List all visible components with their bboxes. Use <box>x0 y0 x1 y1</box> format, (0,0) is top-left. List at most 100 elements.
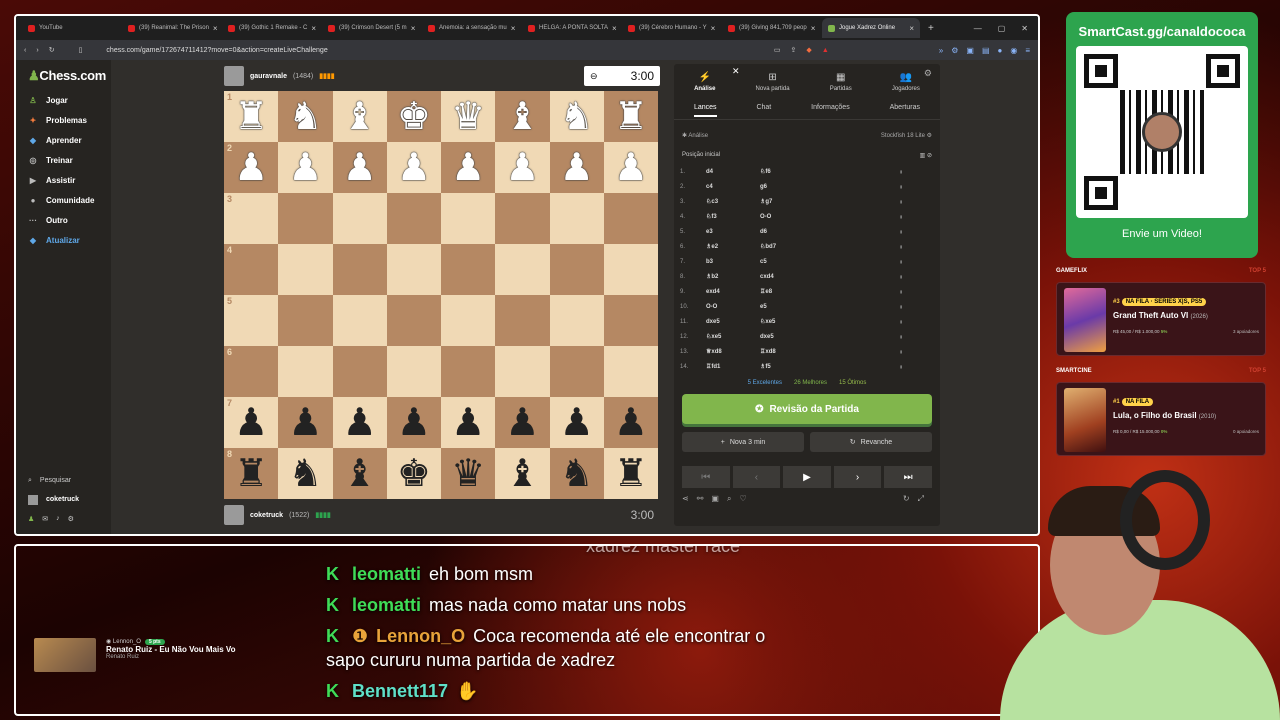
black-move[interactable]: ♖xd8 <box>760 348 900 355</box>
close-icon[interactable]: × <box>909 24 914 33</box>
close-icon[interactable]: × <box>411 24 416 33</box>
white-piece-icon[interactable]: ♟ <box>614 149 648 187</box>
brave-shield-icon[interactable]: ◆ <box>806 46 811 54</box>
last-move-button[interactable]: ⏭ <box>884 466 932 488</box>
chess-board[interactable]: 1 ♜ ♞ ♝ ♚ ♛ ♝ ♞ ♜ 2 ♟ ♟ ♟ ♟ ♟ ♟ ♟ ♟ 3 4 5 6 7 ♟ ♟ ♟ ♟ ♟ ♟ ♟ ♟ 8 ♜ ♞ ♝ ♚ ♛ ♝ ♞ ♜ <box>224 91 658 499</box>
share-icon[interactable]: ⋖ <box>682 494 689 503</box>
board-square[interactable]: ♟ <box>441 142 496 193</box>
browser-tab[interactable]: YouTube <box>22 18 120 38</box>
white-move[interactable]: e3 <box>706 229 760 235</box>
black-move[interactable]: d6 <box>760 229 900 235</box>
sidebar-item-jogar[interactable]: ♙ Jogar <box>28 90 94 110</box>
board-square[interactable]: ♟ <box>441 397 496 448</box>
black-move[interactable]: ♖e8 <box>760 288 900 295</box>
white-piece-icon[interactable]: ♝ <box>343 98 377 136</box>
sidebar-item-outro[interactable]: ··· Outro <box>28 210 94 230</box>
avatar[interactable] <box>224 505 244 525</box>
white-piece-icon[interactable]: ♟ <box>451 149 485 187</box>
board-square[interactable]: ♟ <box>495 397 550 448</box>
black-piece-icon[interactable]: ♝ <box>343 455 377 493</box>
board-square[interactable] <box>495 193 550 244</box>
white-move[interactable]: dxe5 <box>706 319 760 325</box>
board-square[interactable]: ♟ <box>386 142 441 193</box>
sidebar-item-treinar[interactable]: ◎ Treinar <box>28 150 94 170</box>
board-square[interactable]: ♟ <box>549 397 604 448</box>
wallet-icon[interactable]: ◉ <box>1010 46 1017 55</box>
profile-icon[interactable]: ● <box>998 46 1003 55</box>
heart-icon[interactable]: ♡ <box>739 494 746 503</box>
white-piece-icon[interactable]: ♜ <box>614 98 648 136</box>
white-piece-icon[interactable]: ♟ <box>560 149 594 187</box>
block-icon[interactable]: ⊘ <box>927 153 932 159</box>
white-move[interactable]: ♘xe5 <box>706 333 760 340</box>
subtab-lances[interactable]: Lances <box>693 104 717 117</box>
white-move[interactable]: ♕xd8 <box>706 348 760 355</box>
subtab-chat[interactable]: Chat <box>756 104 771 111</box>
board-square[interactable] <box>278 295 333 346</box>
black-move[interactable]: c5 <box>760 259 900 265</box>
board-square[interactable] <box>386 244 441 295</box>
black-piece-icon[interactable]: ♟ <box>397 404 431 442</box>
board-square[interactable]: ♜ <box>603 91 658 142</box>
white-piece-icon[interactable]: ♚ <box>397 98 431 136</box>
browser-tab[interactable]: (39) Gothic 1 Remake - C × <box>222 18 320 38</box>
board-square[interactable]: ♝ <box>332 448 387 499</box>
board-square[interactable] <box>495 244 550 295</box>
extension-icon[interactable]: ▣ <box>966 46 974 55</box>
avatar[interactable] <box>224 66 244 86</box>
board-square[interactable] <box>332 295 387 346</box>
white-piece-icon[interactable]: ♟ <box>288 149 322 187</box>
board-square[interactable] <box>549 346 604 397</box>
board-square[interactable] <box>549 295 604 346</box>
toggle-icon[interactable]: ✱ <box>682 133 687 139</box>
close-icon[interactable]: × <box>711 24 716 33</box>
board-square[interactable]: ♞ <box>549 448 604 499</box>
white-move[interactable]: ♖fd1 <box>706 363 760 370</box>
board-square[interactable]: ♞ <box>549 91 604 142</box>
black-piece-icon[interactable]: ♟ <box>288 404 322 442</box>
board-square[interactable] <box>332 193 387 244</box>
board-square[interactable] <box>278 244 333 295</box>
black-piece-icon[interactable]: ♚ <box>397 455 431 493</box>
board-square[interactable]: ♞ <box>278 91 333 142</box>
close-icon[interactable]: × <box>213 24 218 33</box>
black-move[interactable]: ♗f5 <box>760 363 900 370</box>
browser-tab[interactable]: (39) Giving 841,709 peop × <box>722 18 820 38</box>
tab-jogadores[interactable]: 👥 Jogadores <box>892 72 920 92</box>
board-square[interactable]: ♝ <box>332 91 387 142</box>
black-piece-icon[interactable]: ♟ <box>343 404 377 442</box>
initial-position[interactable]: Posição inicial <box>682 152 720 158</box>
board-square[interactable]: 5 <box>224 295 279 346</box>
board-square[interactable] <box>441 346 496 397</box>
black-move[interactable]: cxd4 <box>760 274 900 280</box>
white-move[interactable]: ♗e2 <box>706 243 760 250</box>
player-name[interactable]: coketruck <box>250 512 283 519</box>
new-game-button[interactable]: + Nova 3 min <box>682 432 804 452</box>
bell-icon[interactable]: ♪ <box>56 515 60 522</box>
white-piece-icon[interactable]: ♟ <box>505 149 539 187</box>
close-icon[interactable]: × <box>612 24 617 33</box>
white-piece-icon[interactable]: ♛ <box>451 98 485 136</box>
black-piece-icon[interactable]: ♝ <box>505 455 539 493</box>
board-square[interactable]: 2 ♟ <box>224 142 279 193</box>
tab-partidas[interactable]: ▦ Partidas <box>830 72 852 92</box>
browser-tab-active[interactable]: Jogue Xadrez Online × <box>822 18 920 38</box>
board-square[interactable] <box>386 346 441 397</box>
white-piece-icon[interactable]: ♟ <box>397 149 431 187</box>
flip-icon[interactable]: ↻ <box>903 494 910 503</box>
black-move[interactable]: e5 <box>760 304 900 310</box>
url-field[interactable]: chess.com/game/172674711412?move=0&actio… <box>106 47 764 54</box>
settings-icon[interactable]: ⚙ <box>68 515 74 523</box>
tab-analise[interactable]: ⚡ Análise <box>694 72 715 92</box>
board-square[interactable] <box>603 346 658 397</box>
board-square[interactable] <box>549 193 604 244</box>
white-piece-icon[interactable]: ♞ <box>560 98 594 136</box>
board-square[interactable]: ♝ <box>495 91 550 142</box>
white-piece-icon[interactable]: ♞ <box>288 98 322 136</box>
white-move[interactable]: c4 <box>706 184 760 190</box>
board-square[interactable]: 4 <box>224 244 279 295</box>
board-square[interactable] <box>549 244 604 295</box>
board-square[interactable]: ♝ <box>495 448 550 499</box>
trash-icon[interactable]: ▥ <box>920 153 926 159</box>
search-icon[interactable]: ⌕ <box>727 494 731 503</box>
